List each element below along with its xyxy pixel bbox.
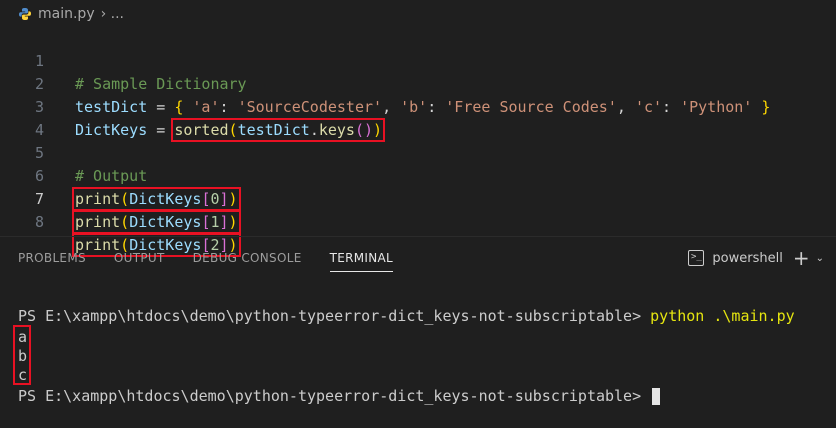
function: print	[75, 213, 121, 231]
line-number: 8	[34, 213, 44, 231]
terminal-prompt: PS E:\xampp\htdocs\demo\python-typeerror…	[18, 307, 651, 325]
terminal-cursor	[652, 388, 661, 405]
paren: )	[228, 213, 238, 231]
breadcrumb-file[interactable]: main.py	[38, 6, 95, 22]
panel-divider[interactable]	[0, 236, 836, 237]
tab-output[interactable]: OUTPUT	[114, 240, 165, 276]
code-line: 8 print(DictKeys[2])	[0, 188, 836, 257]
terminal-name[interactable]: powershell	[712, 251, 782, 266]
python-file-icon	[19, 7, 31, 20]
chevron-down-icon[interactable]: ⌄	[816, 253, 824, 264]
new-terminal-icon[interactable]: +	[793, 248, 810, 268]
code-editor[interactable]: 1 # Sample Dictionary 2 testDict = { 'a'…	[0, 27, 836, 257]
terminal-toolbar: >_ powershell + ⌄	[688, 240, 824, 276]
variable: DictKeys	[129, 213, 202, 231]
code-line: 3 DictKeys = sorted(testDict.keys())	[0, 73, 836, 142]
code-line: 5 # Output	[0, 119, 836, 185]
code-line: 7 print(DictKeys[1])	[0, 165, 836, 234]
code-line: 6 print(DictKeys[0])	[0, 142, 836, 211]
highlight-box: print(DictKeys[1])	[72, 210, 241, 234]
terminal-icon: >_	[688, 250, 705, 266]
tab-terminal[interactable]: TERMINAL	[329, 240, 394, 276]
code-line: 4	[0, 96, 836, 139]
terminal-line: PS E:\xampp\htdocs\demo\python-typeerror…	[18, 306, 795, 327]
code-line: 2 testDict = { 'a': 'SourceCodester', 'b…	[0, 50, 836, 116]
tab-debug-console[interactable]: DEBUG CONSOLE	[193, 240, 302, 276]
index: 1	[210, 213, 220, 231]
breadcrumb: main.py › ...	[0, 0, 836, 27]
tab-problems[interactable]: PROBLEMS	[18, 240, 86, 276]
terminal-prompt: PS E:\xampp\htdocs\demo\python-typeerror…	[18, 387, 651, 405]
bracket: ]	[219, 213, 229, 231]
terminal-line: PS E:\xampp\htdocs\demo\python-typeerror…	[18, 386, 661, 407]
paren: (	[120, 213, 130, 231]
highlight-box	[13, 325, 31, 385]
terminal-command: python .\main.py	[650, 307, 795, 325]
breadcrumb-separator[interactable]: › ...	[101, 6, 124, 22]
code-line: 1 # Sample Dictionary	[0, 27, 836, 93]
